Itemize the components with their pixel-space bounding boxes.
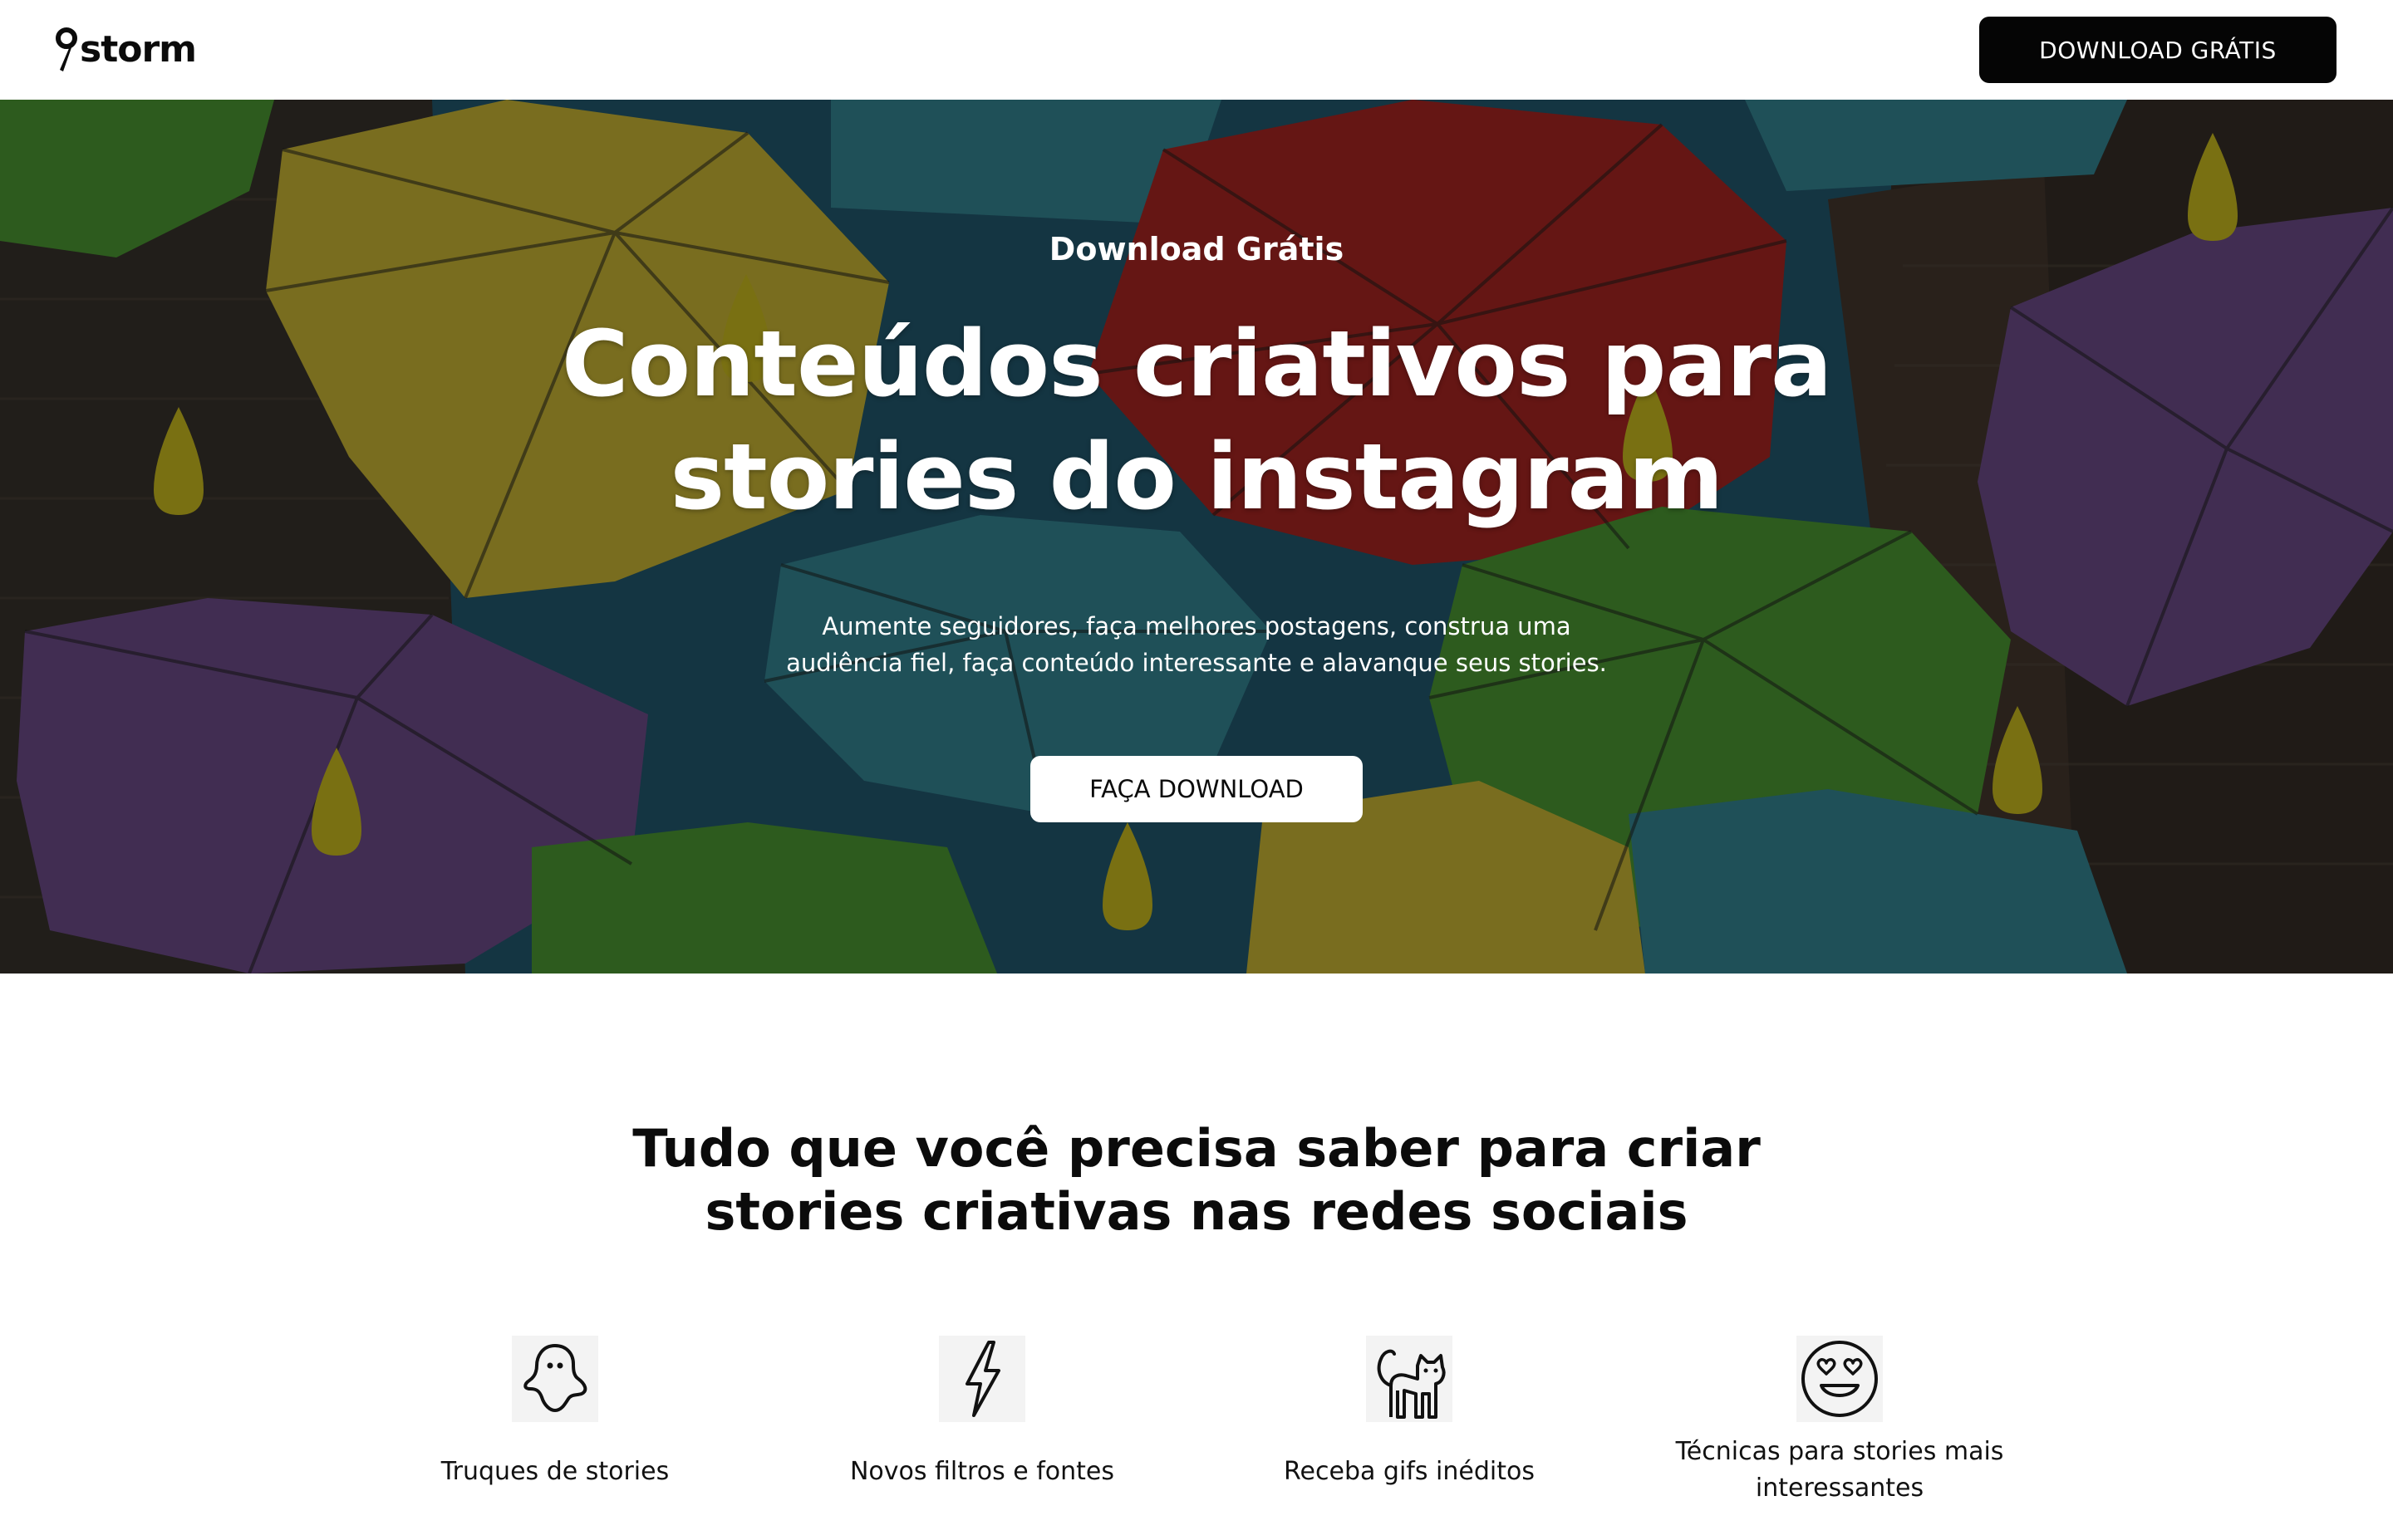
feature-label: Novos filtros e fontes [849,1457,1115,1486]
feature-item-gifs: Receba gifs inéditos [1226,1336,1592,1490]
hero-title-line-1: Conteúdos criativos para [561,311,1832,417]
feature-item-techniques: Técnicas para stories mais interessantes [1657,1336,2022,1507]
lightning-icon [939,1336,1025,1422]
feature-item-filters-fonts: Novos filtros e fontes [799,1336,1165,1490]
logo-text: storm [80,27,197,71]
hero-eyebrow: Download Grátis [1049,231,1344,267]
feature-label-line-1: Técnicas para stories mais [1675,1437,2004,1466]
logo-mark-icon [56,27,77,71]
cat-icon [1366,1336,1452,1422]
feature-label: Receba gifs inéditos [1284,1457,1535,1486]
make-download-button[interactable]: FAÇA DOWNLOAD [1030,756,1363,822]
features-title-line-1: Tudo que você precisa saber para criar [632,1118,1761,1179]
hero-title: Conteúdos criativos para stories do inst… [449,307,1944,533]
feature-label: Técnicas para stories mais interessantes [1657,1434,2022,1507]
hero-subtitle-line-2: audiência fiel, faça conteúdo interessan… [786,649,1607,677]
features-title: Tudo que você precisa saber para criar s… [532,1117,1861,1243]
download-free-button[interactable]: DOWNLOAD GRÁTIS [1979,17,2336,83]
logo[interactable]: storm [55,25,197,73]
feature-item-stories-tricks: Truques de stories [372,1336,738,1490]
feature-label: Truques de stories [440,1457,670,1486]
hero-section: Download Grátis Conteúdos criativos para… [0,100,2393,974]
features-title-line-2: stories criativas nas redes sociais [705,1181,1688,1242]
heart-eyes-icon [1796,1336,1883,1422]
top-navbar: storm DOWNLOAD GRÁTIS [0,0,2393,100]
ghost-icon [512,1336,598,1422]
hero-subtitle: Aumente seguidores, faça melhores postag… [781,608,1612,681]
feature-label-line-2: interessantes [1755,1474,1924,1503]
hero-title-line-2: stories do instagram [670,424,1724,530]
hero-subtitle-line-1: Aumente seguidores, faça melhores postag… [822,612,1571,640]
